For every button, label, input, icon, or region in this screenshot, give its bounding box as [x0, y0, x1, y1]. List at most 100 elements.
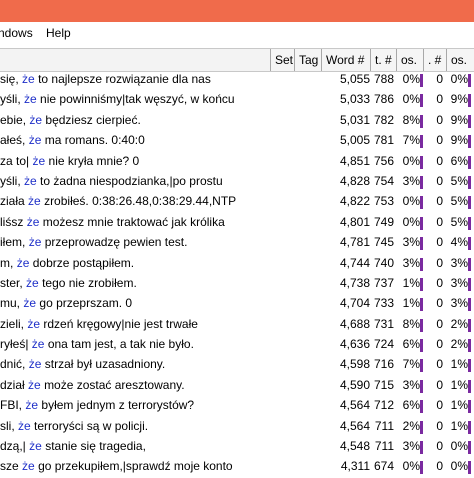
percent-bar — [420, 359, 423, 373]
concordance-line: m, że dobrze postąpiłem. — [0, 256, 134, 270]
concordance-list: się, że to najlepsze rozwiązanie dla nas… — [0, 70, 474, 478]
left-context: yśli, — [0, 173, 21, 188]
t-count: 674 — [372, 459, 394, 474]
column-header-tag[interactable]: Tag — [294, 49, 321, 71]
column-header-dot[interactable]: . # — [423, 49, 446, 71]
table-row[interactable]: sli, że terroryści są w policji. 4,564 711… — [0, 417, 474, 437]
left-context: zieli, — [0, 316, 25, 331]
left-context: ałeś, — [0, 133, 26, 148]
dot-count: 0 — [424, 296, 443, 311]
table-row[interactable]: ryłeś| że ona tam jest, a tak nie było. 4… — [0, 335, 474, 355]
right-context: nie kryła mnie? 0 — [48, 153, 140, 168]
table-row[interactable]: liśsz że możesz mnie traktować jak króli… — [0, 213, 474, 233]
left-context: dzą,| — [0, 439, 26, 454]
column-header-os2[interactable]: os. — [446, 49, 474, 71]
left-context: mu, — [0, 296, 21, 311]
left-context: yśli, — [0, 92, 21, 107]
column-header-t[interactable]: t. # — [370, 49, 396, 71]
table-row[interactable]: się, że to najlepsze rozwiązanie dla nas… — [0, 70, 474, 90]
table-row[interactable]: iłem, że przeprowadzę pewien test. 4,781 7… — [0, 233, 474, 253]
concordance-line: mu, że go przeprszam. 0 — [0, 296, 132, 310]
keyword: że — [32, 153, 46, 168]
left-context: za to| — [0, 153, 30, 168]
table-row[interactable]: mu, że go przeprszam. 0 4,704 733 1% 0 3% — [0, 294, 474, 314]
table-row[interactable]: dnić, że strzał był uzasadniony. 4,598 716… — [0, 355, 474, 375]
os-percent: 6% — [397, 398, 420, 413]
word-count: 5,005 — [322, 133, 370, 148]
table-row[interactable]: m, że dobrze postąpiłem. 4,744 740 3% 0 3% — [0, 254, 474, 274]
percent-bar — [468, 298, 471, 312]
table-row[interactable]: sze że go przekupiłem,|sprawdź moje kont… — [0, 457, 474, 477]
word-count: 4,636 — [322, 337, 370, 352]
t-count: 788 — [372, 72, 394, 86]
column-header-word[interactable]: Word # — [321, 49, 370, 71]
table-row[interactable]: ałeś, że ma romans. 0:40:0 5,005 781 7% 0 9% — [0, 131, 474, 151]
column-header-row: Set Tag Word # t. # os. . # os. — [0, 48, 474, 72]
table-row[interactable]: ebie, że będziesz cierpieć. 5,031 782 8% 0 9% — [0, 111, 474, 131]
dot-count: 0 — [424, 459, 443, 474]
percent-bar — [420, 135, 423, 149]
right-context: stanie się tragedia, — [45, 439, 146, 454]
percent-bar — [468, 175, 471, 189]
menu-windows[interactable]: ndows — [0, 26, 33, 40]
keyword: że — [28, 357, 42, 372]
dot-count: 0 — [424, 153, 443, 168]
percent-bar — [468, 420, 471, 434]
table-row[interactable]: zieli, że rdzeń kręgowy|nie jest trwałe 4… — [0, 315, 474, 335]
percent-bar — [420, 175, 423, 189]
concordance-line: liśsz że możesz mnie traktować jak króli… — [0, 215, 225, 229]
left-context: FBI, — [0, 398, 23, 413]
keyword: że — [24, 173, 37, 188]
table-row[interactable]: za to| że nie kryła mnie? 0 4,851 756 0% 0 6% — [0, 152, 474, 172]
word-count: 4,738 — [322, 275, 370, 290]
concordance-line: zieli, że rdzeń kręgowy|nie jest trwałe — [0, 317, 198, 331]
dot-count: 0 — [424, 337, 443, 352]
keyword: że — [26, 214, 40, 229]
os-percent: 0% — [397, 459, 420, 474]
column-header-set[interactable]: Set — [270, 49, 294, 71]
percent-bar — [468, 135, 471, 149]
keyword: że — [28, 194, 41, 209]
t-count: 740 — [372, 255, 394, 270]
dot-count: 0 — [424, 377, 443, 392]
t-count: 745 — [372, 235, 394, 250]
dot-count: 0 — [424, 316, 443, 331]
table-row[interactable]: ster, że tego nie zrobiłem. 4,738 737 1% 0 3% — [0, 274, 474, 294]
percent-bar — [468, 237, 471, 251]
table-row[interactable]: FBI, że byłem jednym z terrorystów? 4,564… — [0, 396, 474, 416]
os-percent-2: 6% — [447, 153, 468, 168]
percent-bar — [468, 379, 471, 393]
menu-help[interactable]: Help — [46, 26, 71, 40]
table-row[interactable]: ziała że zrobiłeś. 0:38:26.48,0:38:29.44… — [0, 192, 474, 212]
os-percent: 7% — [397, 357, 420, 372]
right-context: ma romans. 0:40:0 — [44, 133, 145, 148]
t-count: 753 — [372, 194, 394, 209]
os-percent-2: 9% — [447, 112, 468, 127]
dot-count: 0 — [424, 439, 443, 454]
table-row[interactable]: dzą,| że stanie się tragedia, 4,548 711 3% 0… — [0, 437, 474, 457]
dot-count: 0 — [424, 255, 443, 270]
table-row[interactable]: yśli, że to żadna niespodzianka,|po pros… — [0, 172, 474, 192]
concordance-line: yśli, że to żadna niespodzianka,|po pros… — [0, 174, 223, 188]
keyword: że — [26, 275, 39, 290]
os-percent-2: 3% — [447, 255, 468, 270]
menu-bar: ndows Help — [0, 22, 474, 44]
os-percent: 0% — [397, 92, 420, 107]
percent-bar — [420, 318, 423, 332]
dot-count: 0 — [424, 72, 443, 86]
left-context: ziała — [0, 194, 25, 209]
word-count: 4,598 — [322, 357, 370, 372]
os-percent-2: 5% — [447, 173, 468, 188]
dot-count: 0 — [424, 214, 443, 229]
dot-count: 0 — [424, 418, 443, 433]
left-context: liśsz — [0, 214, 24, 229]
column-header-os1[interactable]: os. — [396, 49, 423, 71]
percent-bar — [420, 196, 423, 210]
os-percent: 0% — [397, 214, 420, 229]
table-row[interactable]: dział że może zostać aresztowany. 4,590 71… — [0, 376, 474, 396]
table-row[interactable]: yśli, że nie powinniśmy|tak węszyć, w ko… — [0, 90, 474, 110]
right-context: to żadna niespodzianka,|po prostu — [40, 173, 223, 188]
right-context: dobrze postąpiłem. — [32, 255, 135, 270]
os-percent-2: 3% — [447, 275, 468, 290]
os-percent: 0% — [397, 194, 420, 209]
